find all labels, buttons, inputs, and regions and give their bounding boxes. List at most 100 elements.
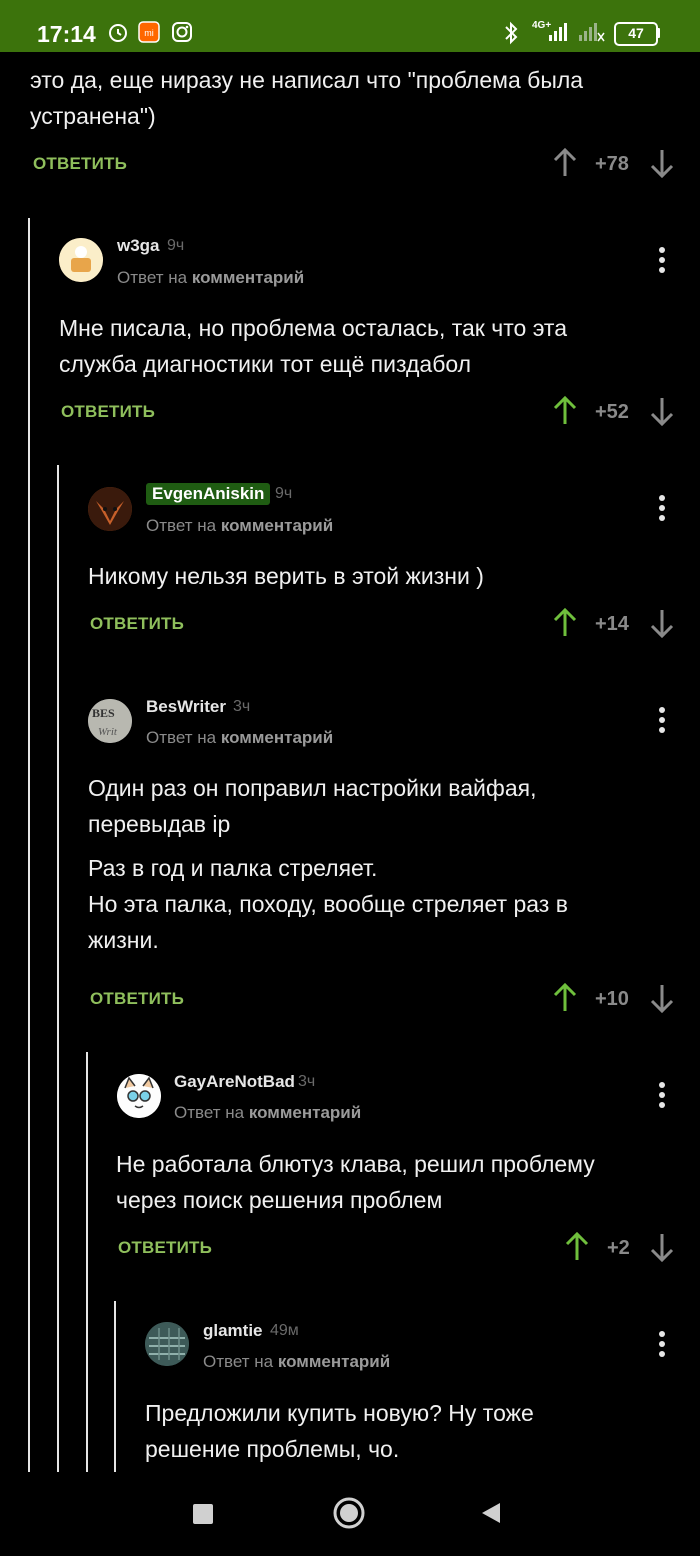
reply-to-link[interactable]: Ответ на комментарий [203, 1352, 390, 1372]
avatar[interactable] [117, 1074, 161, 1118]
reply-to-target[interactable]: комментарий [221, 516, 333, 535]
username[interactable]: glamtie [203, 1321, 263, 1341]
avatar[interactable]: BES Writ [88, 699, 132, 743]
status-time: 17:14 [37, 21, 96, 47]
reply-to-prefix: Ответ на [174, 1103, 245, 1122]
reply-button[interactable]: ОТВЕТИТЬ [118, 1238, 212, 1258]
comment-time: 9ч [275, 485, 293, 502]
downvote-icon[interactable] [650, 608, 674, 638]
comment-line: через поиск решения проблем [116, 1187, 443, 1213]
thread-line-1 [28, 218, 30, 1472]
signal-icon [549, 23, 567, 41]
more-options-icon[interactable] [658, 707, 666, 737]
username[interactable]: w3ga [117, 236, 160, 256]
comment-text: Никому нельзя верить в этой жизни ) [88, 558, 484, 594]
reply-button[interactable]: ОТВЕТИТЬ [90, 614, 184, 634]
more-options-icon[interactable] [658, 1331, 666, 1361]
more-options-icon[interactable] [658, 495, 666, 525]
reply-to-link[interactable]: Ответ на комментарий [174, 1103, 361, 1123]
bluetooth-icon [505, 21, 518, 45]
reply-to-target[interactable]: комментарий [278, 1352, 390, 1371]
upvote-icon[interactable] [553, 396, 577, 426]
comments-thread[interactable]: это да, еще ниразу не написал что "пробл… [0, 52, 700, 1472]
upvote-icon[interactable] [565, 1232, 589, 1262]
more-options-icon[interactable] [658, 247, 666, 277]
reply-to-target[interactable]: комментарий [249, 1103, 361, 1122]
comment-line: Никому нельзя верить в этой жизни ) [88, 563, 484, 589]
reply-to-link[interactable]: Ответ на комментарий [146, 728, 333, 748]
battery-tip [657, 28, 660, 38]
username[interactable]: BesWriter [146, 697, 226, 717]
signal-weak-icon [579, 23, 605, 42]
downvote-icon[interactable] [650, 983, 674, 1013]
comment-text: Один раз он поправил настройки вайфая, п… [88, 770, 568, 958]
comment-score: +78 [595, 153, 629, 175]
comment-score: +10 [595, 988, 629, 1010]
comment-text: Предложили купить новую? Ну тоже решение… [145, 1395, 534, 1467]
comment-line: Не работала блютуз клава, решил проблему [116, 1151, 595, 1177]
comment-line: решение проблемы, чо. [145, 1436, 400, 1462]
avatar-image [117, 1074, 161, 1118]
comment-text: Не работала блютуз клава, решил проблему… [116, 1146, 595, 1218]
reply-to-link[interactable]: Ответ на комментарий [146, 516, 333, 536]
avatar-image: BES Writ [88, 699, 132, 743]
navigation-bar [0, 1472, 700, 1556]
battery-level: 47 [628, 25, 644, 41]
comment-time: 9ч [167, 237, 185, 254]
instagram-icon [172, 22, 192, 42]
avatar-image [59, 238, 103, 282]
comment-text: Мне писала, но проблема осталась, так чт… [59, 310, 567, 382]
comment-score: +52 [595, 401, 629, 423]
comment-line: жизни. [88, 927, 159, 953]
avatar[interactable] [88, 487, 132, 531]
avatar[interactable] [145, 1322, 189, 1366]
reply-to-link[interactable]: Ответ на комментарий [117, 268, 304, 288]
comment-score: +2 [607, 1237, 630, 1259]
avatar[interactable] [59, 238, 103, 282]
reply-to-prefix: Ответ на [117, 268, 188, 287]
svg-text:BES: BES [92, 706, 115, 720]
reply-to-prefix: Ответ на [146, 728, 217, 747]
reply-to-prefix: Ответ на [203, 1352, 274, 1371]
comment-line: Мне писала, но проблема осталась, так чт… [59, 315, 567, 341]
comment-time: 3ч [298, 1073, 316, 1090]
reply-button[interactable]: ОТВЕТИТЬ [33, 154, 127, 174]
thread-line-4 [114, 1301, 116, 1472]
downvote-icon[interactable] [650, 396, 674, 426]
avatar-image [88, 487, 132, 531]
home-button[interactable] [332, 1496, 366, 1530]
recent-apps-button[interactable] [193, 1504, 213, 1524]
svg-text:mi: mi [144, 28, 154, 38]
username[interactable]: EvgenAniskin [146, 483, 271, 505]
upvote-icon[interactable] [553, 608, 577, 638]
comment-time: 3ч [233, 698, 251, 715]
comment-line: Один раз он поправил настройки вайфая, [88, 775, 537, 801]
downvote-icon[interactable] [650, 148, 674, 178]
svg-text:Writ: Writ [98, 726, 118, 738]
thread-line-3 [86, 1052, 88, 1472]
reply-to-prefix: Ответ на [146, 516, 217, 535]
thread-line-2 [57, 465, 59, 1472]
reply-to-target[interactable]: комментарий [221, 728, 333, 747]
comment-line: перевыдав ip [88, 811, 231, 837]
comment-line: это да, еще ниразу не написал что "пробл… [30, 67, 584, 93]
comment-line: Но эта палка, походу, вообще стреляет ра… [88, 891, 568, 917]
alarm-icon [109, 24, 127, 42]
comment-text: это да, еще ниразу не написал что "пробл… [30, 62, 583, 134]
comment-line: служба диагностики тот ещё пиздабол [59, 351, 472, 377]
more-options-icon[interactable] [658, 1082, 666, 1112]
status-bar: 17:14 mi 4G+ 47 [0, 0, 700, 52]
comment-line: устранена") [30, 103, 156, 129]
upvote-icon[interactable] [553, 148, 577, 178]
reply-button[interactable]: ОТВЕТИТЬ [90, 989, 184, 1009]
reply-to-target[interactable]: комментарий [192, 268, 304, 287]
back-button[interactable] [480, 1501, 502, 1525]
comment-time: 49м [270, 1322, 299, 1339]
downvote-icon[interactable] [650, 1232, 674, 1262]
upvote-icon[interactable] [553, 983, 577, 1013]
username[interactable]: GayAreNotBad [174, 1072, 295, 1092]
avatar-image [145, 1322, 189, 1366]
comment-line: Предложили купить новую? Ну тоже [145, 1400, 534, 1426]
mi-app-icon: mi [138, 21, 160, 43]
reply-button[interactable]: ОТВЕТИТЬ [61, 402, 155, 422]
